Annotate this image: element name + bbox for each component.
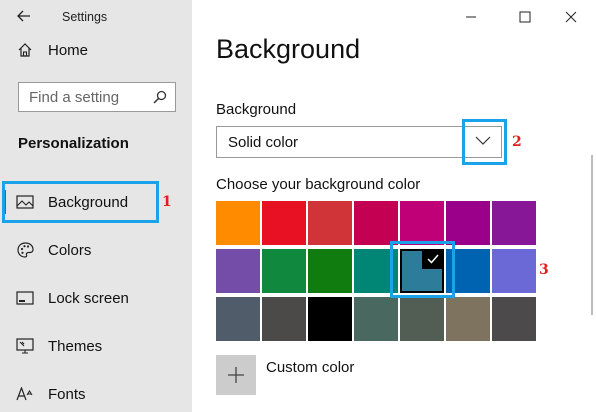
section-heading: Personalization xyxy=(18,135,129,152)
sidebar-item-label: Colors xyxy=(48,241,92,259)
sidebar-item-fonts[interactable]: Fonts xyxy=(0,374,192,412)
close-button[interactable] xyxy=(560,6,582,28)
color-swatch[interactable] xyxy=(492,249,536,293)
callout-number-2: 2 xyxy=(512,134,522,150)
callout-box-3 xyxy=(390,241,455,298)
color-swatch[interactable] xyxy=(446,297,490,341)
color-swatch[interactable] xyxy=(354,201,398,245)
maximize-button[interactable] xyxy=(514,6,536,28)
search-input[interactable] xyxy=(19,88,145,106)
color-swatch[interactable] xyxy=(308,297,352,341)
background-dropdown-value: Solid color xyxy=(228,133,299,151)
minimize-icon xyxy=(466,16,476,18)
palette-icon xyxy=(16,241,34,259)
color-swatch[interactable] xyxy=(216,297,260,341)
color-swatch[interactable] xyxy=(216,201,260,245)
minimize-button[interactable] xyxy=(460,6,482,28)
color-swatch[interactable] xyxy=(400,201,444,245)
back-arrow-icon xyxy=(17,10,30,22)
color-swatch[interactable] xyxy=(262,297,306,341)
callout-box-2 xyxy=(462,119,507,165)
sidebar-item-label: Themes xyxy=(48,337,103,355)
sidebar-item-label: Fonts xyxy=(48,385,86,403)
home-icon xyxy=(16,41,34,59)
lock-screen-icon xyxy=(16,289,34,307)
background-label: Background xyxy=(216,101,297,118)
maximize-icon xyxy=(519,11,531,23)
search-box[interactable] xyxy=(18,82,176,112)
callout-number-3: 3 xyxy=(539,262,549,278)
color-swatch[interactable] xyxy=(400,297,444,341)
custom-color-label: Custom color xyxy=(266,359,355,376)
color-swatch[interactable] xyxy=(262,201,306,245)
app-title: Settings xyxy=(62,10,108,24)
themes-icon xyxy=(16,337,34,355)
color-swatch[interactable] xyxy=(492,201,536,245)
color-swatch[interactable] xyxy=(216,249,260,293)
color-swatch[interactable] xyxy=(308,249,352,293)
callout-number-1: 1 xyxy=(162,194,172,210)
scrollbar[interactable] xyxy=(591,155,593,315)
background-dropdown[interactable]: Solid color xyxy=(216,126,502,158)
fonts-icon xyxy=(16,385,34,403)
back-button[interactable] xyxy=(14,6,34,26)
color-label: Choose your background color xyxy=(216,176,421,193)
color-swatch[interactable] xyxy=(354,297,398,341)
sidebar-item-colors[interactable]: Colors xyxy=(0,230,192,270)
nav-home[interactable]: Home xyxy=(0,30,192,70)
color-swatch-grid xyxy=(216,201,537,341)
color-swatch[interactable] xyxy=(446,201,490,245)
color-swatch[interactable] xyxy=(262,249,306,293)
color-swatch[interactable] xyxy=(308,201,352,245)
sidebar-item-label: Lock screen xyxy=(48,289,129,307)
callout-box-1 xyxy=(2,181,159,223)
close-icon xyxy=(565,11,577,23)
main-panel: Background Background Solid color Choose… xyxy=(192,0,596,412)
sidebar-item-lock-screen[interactable]: Lock screen xyxy=(0,278,192,318)
sidebar-item-themes[interactable]: Themes xyxy=(0,326,192,366)
home-label: Home xyxy=(48,41,89,59)
color-swatch[interactable] xyxy=(492,297,536,341)
custom-color-button[interactable] xyxy=(216,355,256,395)
search-icon[interactable] xyxy=(153,90,167,104)
plus-icon xyxy=(228,367,244,383)
page-title: Background xyxy=(216,34,361,64)
